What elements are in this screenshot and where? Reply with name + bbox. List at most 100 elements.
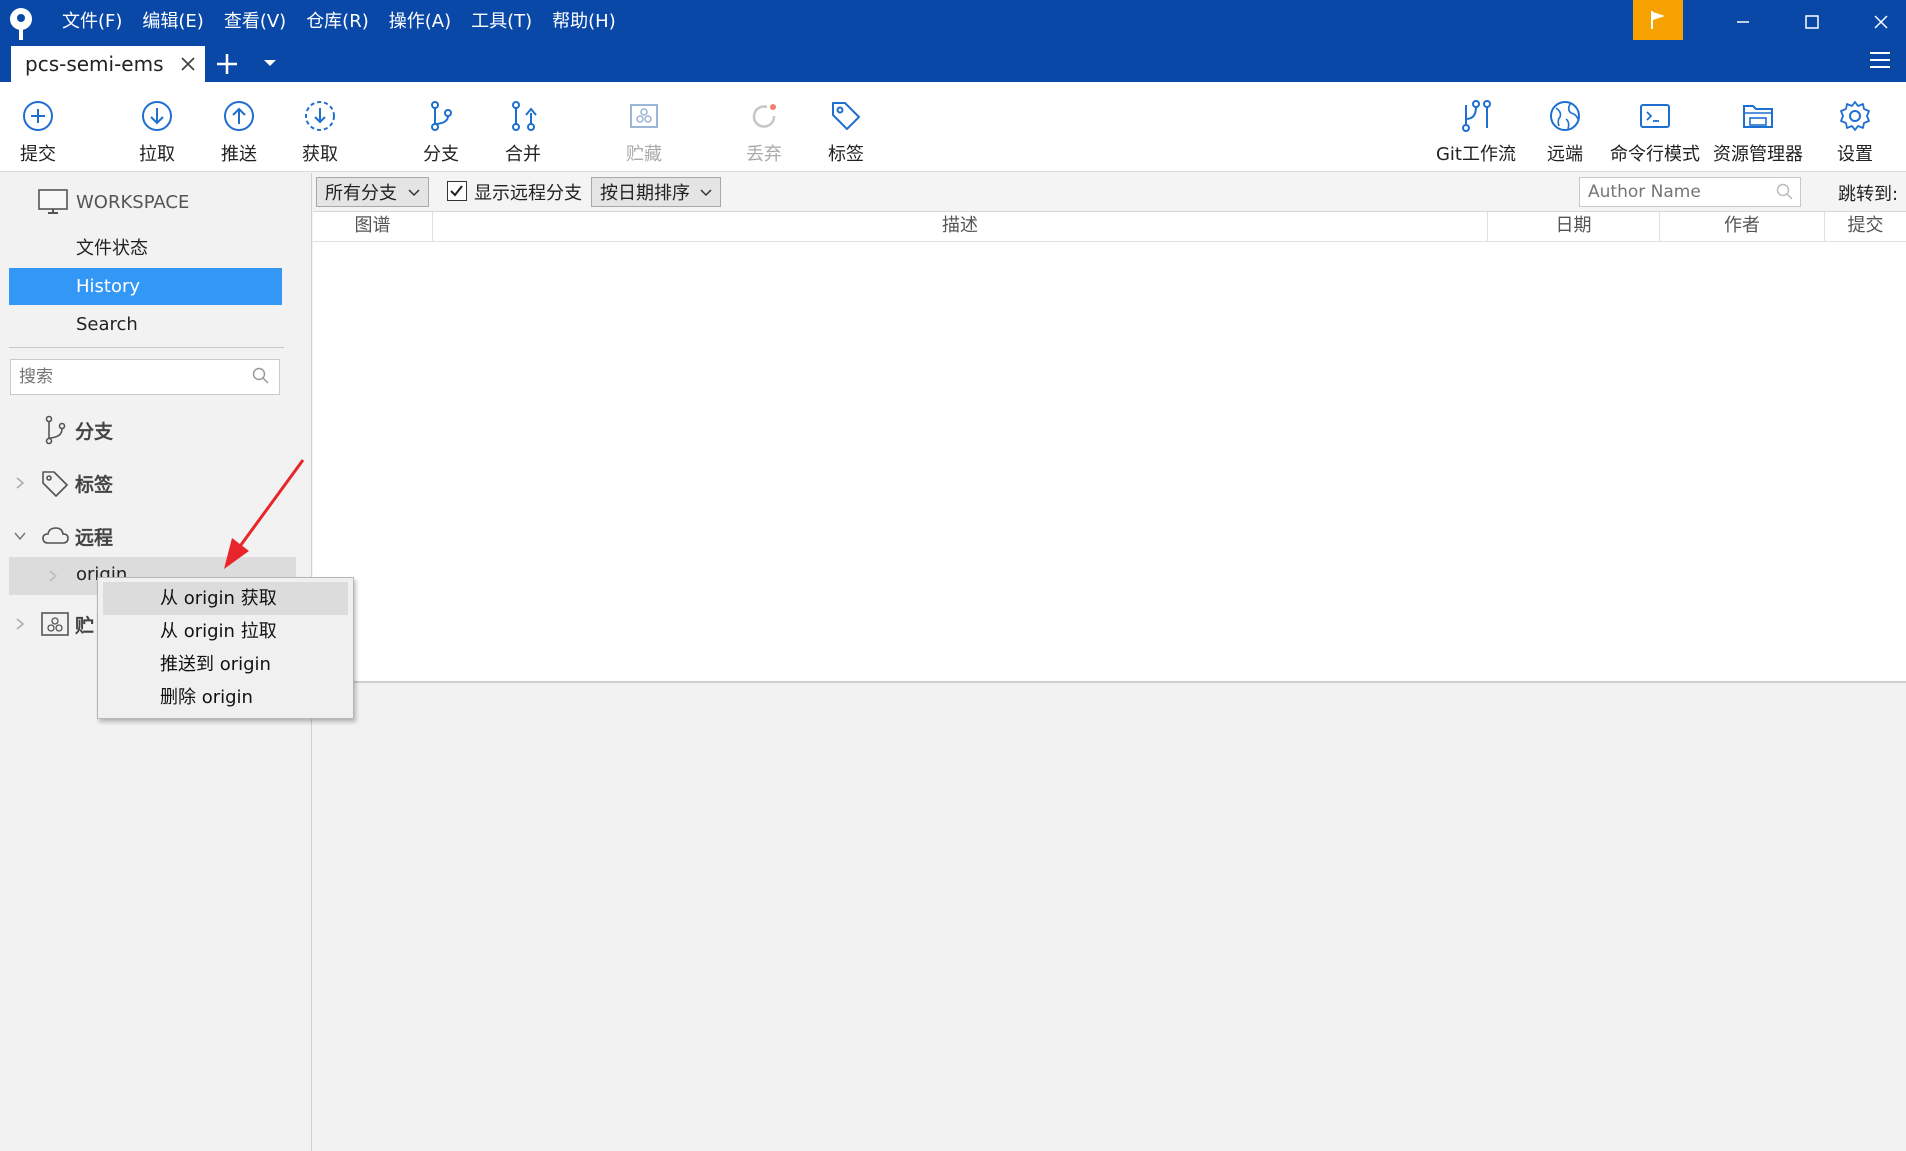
tab-close-button[interactable] — [179, 55, 197, 73]
menu-hamburger-button[interactable] — [1868, 50, 1892, 70]
sidebar-group-tags[interactable]: 标签 — [0, 463, 113, 503]
undo-icon — [746, 98, 782, 134]
terminal-label: 命令行模式 — [1610, 144, 1700, 165]
stash-label: 贮藏 — [626, 144, 662, 165]
remote-button[interactable]: 远端 — [1540, 82, 1590, 172]
arrow-up-circle-icon — [221, 98, 257, 134]
maximize-button[interactable] — [1783, 0, 1841, 44]
fetch-label: 获取 — [302, 144, 338, 165]
explorer-button[interactable]: 资源管理器 — [1713, 82, 1803, 172]
merge-button[interactable]: 合并 — [499, 82, 547, 172]
discard-button[interactable]: 丢弃 — [740, 82, 788, 172]
menu-help[interactable]: 帮助(H) — [542, 0, 626, 44]
close-window-button[interactable] — [1852, 0, 1906, 44]
settings-label: 设置 — [1837, 144, 1873, 165]
sidebar-group-stashes[interactable]: 贮 — [0, 604, 94, 644]
new-tab-button[interactable] — [213, 50, 241, 78]
sidebar-group-remotes[interactable]: 远程 — [0, 516, 113, 556]
menu-bar: 文件(F) 编辑(E) 查看(V) 仓库(R) 操作(A) 工具(T) 帮助(H… — [52, 0, 626, 44]
show-remote-branches-label: 显示远程分支 — [474, 183, 582, 204]
close-icon — [1874, 15, 1888, 29]
minimize-button[interactable] — [1714, 0, 1772, 44]
sort-dropdown[interactable]: 按日期排序 — [591, 177, 721, 207]
commit-label: 提交 — [20, 144, 56, 165]
menu-item-push-to-origin[interactable]: 推送到 origin — [103, 648, 348, 681]
author-filter-input[interactable] — [1579, 177, 1801, 207]
chevron-down-icon — [408, 189, 420, 197]
menu-repository[interactable]: 仓库(R) — [296, 0, 379, 44]
sidebar-item-file-status[interactable]: 文件状态 — [9, 230, 282, 267]
history-filter-bar: 所有分支 显示远程分支 按日期排序 跳转到: — [313, 173, 1906, 211]
caret-down-icon — [264, 60, 276, 66]
show-remote-branches-checkbox[interactable] — [447, 181, 467, 201]
flag-icon — [1651, 11, 1665, 29]
chevron-right-icon — [0, 476, 40, 490]
menu-edit[interactable]: 编辑(E) — [132, 0, 213, 44]
menu-item-pull-from-origin[interactable]: 从 origin 拉取 — [103, 615, 348, 648]
branch-icon — [40, 415, 70, 445]
arrow-down-circle-icon — [139, 98, 175, 134]
column-date[interactable]: 日期 — [1488, 212, 1660, 242]
merge-icon — [505, 98, 541, 134]
search-icon — [1776, 183, 1794, 201]
sort-dropdown-label: 按日期排序 — [600, 183, 690, 204]
sidebar-item-search[interactable]: Search — [9, 306, 282, 343]
stash-box-icon — [626, 98, 662, 134]
menu-item-delete-origin[interactable]: 删除 origin — [103, 681, 348, 714]
sidebar-divider — [9, 347, 284, 348]
title-bar: 文件(F) 编辑(E) 查看(V) 仓库(R) 操作(A) 工具(T) 帮助(H… — [0, 0, 1906, 82]
stash-button[interactable]: 贮藏 — [620, 82, 668, 172]
maximize-icon — [1805, 15, 1819, 29]
merge-label: 合并 — [505, 144, 541, 165]
flag-button[interactable] — [1633, 0, 1683, 40]
stashes-label: 贮 — [75, 614, 95, 637]
column-author[interactable]: 作者 — [1660, 212, 1825, 242]
globe-icon — [1547, 98, 1583, 134]
tag-label: 标签 — [828, 144, 864, 165]
menu-file[interactable]: 文件(F) — [52, 0, 132, 44]
terminal-button[interactable]: 命令行模式 — [1610, 82, 1700, 172]
checkmark-icon — [450, 185, 463, 197]
push-button[interactable]: 推送 — [215, 82, 263, 172]
workspace-label: WORKSPACE — [76, 191, 190, 213]
main-panel: 所有分支 显示远程分支 按日期排序 跳转到: 图谱 描述 日期 作者 提交 — [313, 173, 1906, 1151]
chevron-down-icon — [0, 531, 40, 541]
gitflow-icon — [1458, 98, 1494, 134]
sidebar-item-history[interactable]: History — [9, 268, 282, 305]
menu-tools[interactable]: 工具(T) — [461, 0, 542, 44]
gear-icon — [1837, 98, 1873, 134]
commit-details-panel — [313, 683, 1906, 1151]
repo-tab[interactable]: pcs-semi-ems — [11, 46, 205, 82]
column-description[interactable]: 描述 — [433, 212, 1488, 242]
app-logo-icon — [7, 7, 35, 41]
branches-dropdown[interactable]: 所有分支 — [316, 177, 429, 207]
commit-button[interactable]: 提交 — [14, 82, 62, 172]
sidebar-group-branches[interactable]: 分支 — [0, 410, 113, 450]
toolbar: 提交 拉取 推送 获取 分支 合并 贮藏 丢弃 标签 Git工作流 远端 命令行… — [0, 82, 1906, 172]
branches-dropdown-label: 所有分支 — [325, 183, 397, 204]
menu-view[interactable]: 查看(V) — [214, 0, 296, 44]
chevron-right-icon — [48, 569, 58, 583]
tag-button[interactable]: 标签 — [822, 82, 870, 172]
gitflow-label: Git工作流 — [1435, 144, 1516, 165]
branch-label: 分支 — [423, 144, 459, 165]
fetch-button[interactable]: 获取 — [296, 82, 344, 172]
sidebar-search-input[interactable] — [10, 359, 280, 395]
discard-label: 丢弃 — [746, 144, 782, 165]
folder-icon — [1740, 98, 1776, 134]
settings-button[interactable]: 设置 — [1830, 82, 1880, 172]
remote-context-menu: 从 origin 获取 从 origin 拉取 推送到 origin 删除 or… — [97, 577, 354, 719]
column-graph[interactable]: 图谱 — [313, 212, 433, 242]
gitflow-button[interactable]: Git工作流 — [1431, 82, 1521, 172]
chevron-down-icon — [700, 189, 712, 197]
monitor-icon — [38, 189, 68, 214]
minimize-icon — [1737, 21, 1749, 23]
menu-item-fetch-from-origin[interactable]: 从 origin 获取 — [103, 582, 348, 615]
cloud-icon — [40, 526, 70, 546]
plus-icon — [217, 54, 237, 74]
pull-button[interactable]: 拉取 — [133, 82, 181, 172]
tab-list-dropdown[interactable] — [263, 58, 277, 68]
menu-actions[interactable]: 操作(A) — [379, 0, 461, 44]
column-commit[interactable]: 提交 — [1825, 212, 1906, 242]
branch-button[interactable]: 分支 — [417, 82, 465, 172]
